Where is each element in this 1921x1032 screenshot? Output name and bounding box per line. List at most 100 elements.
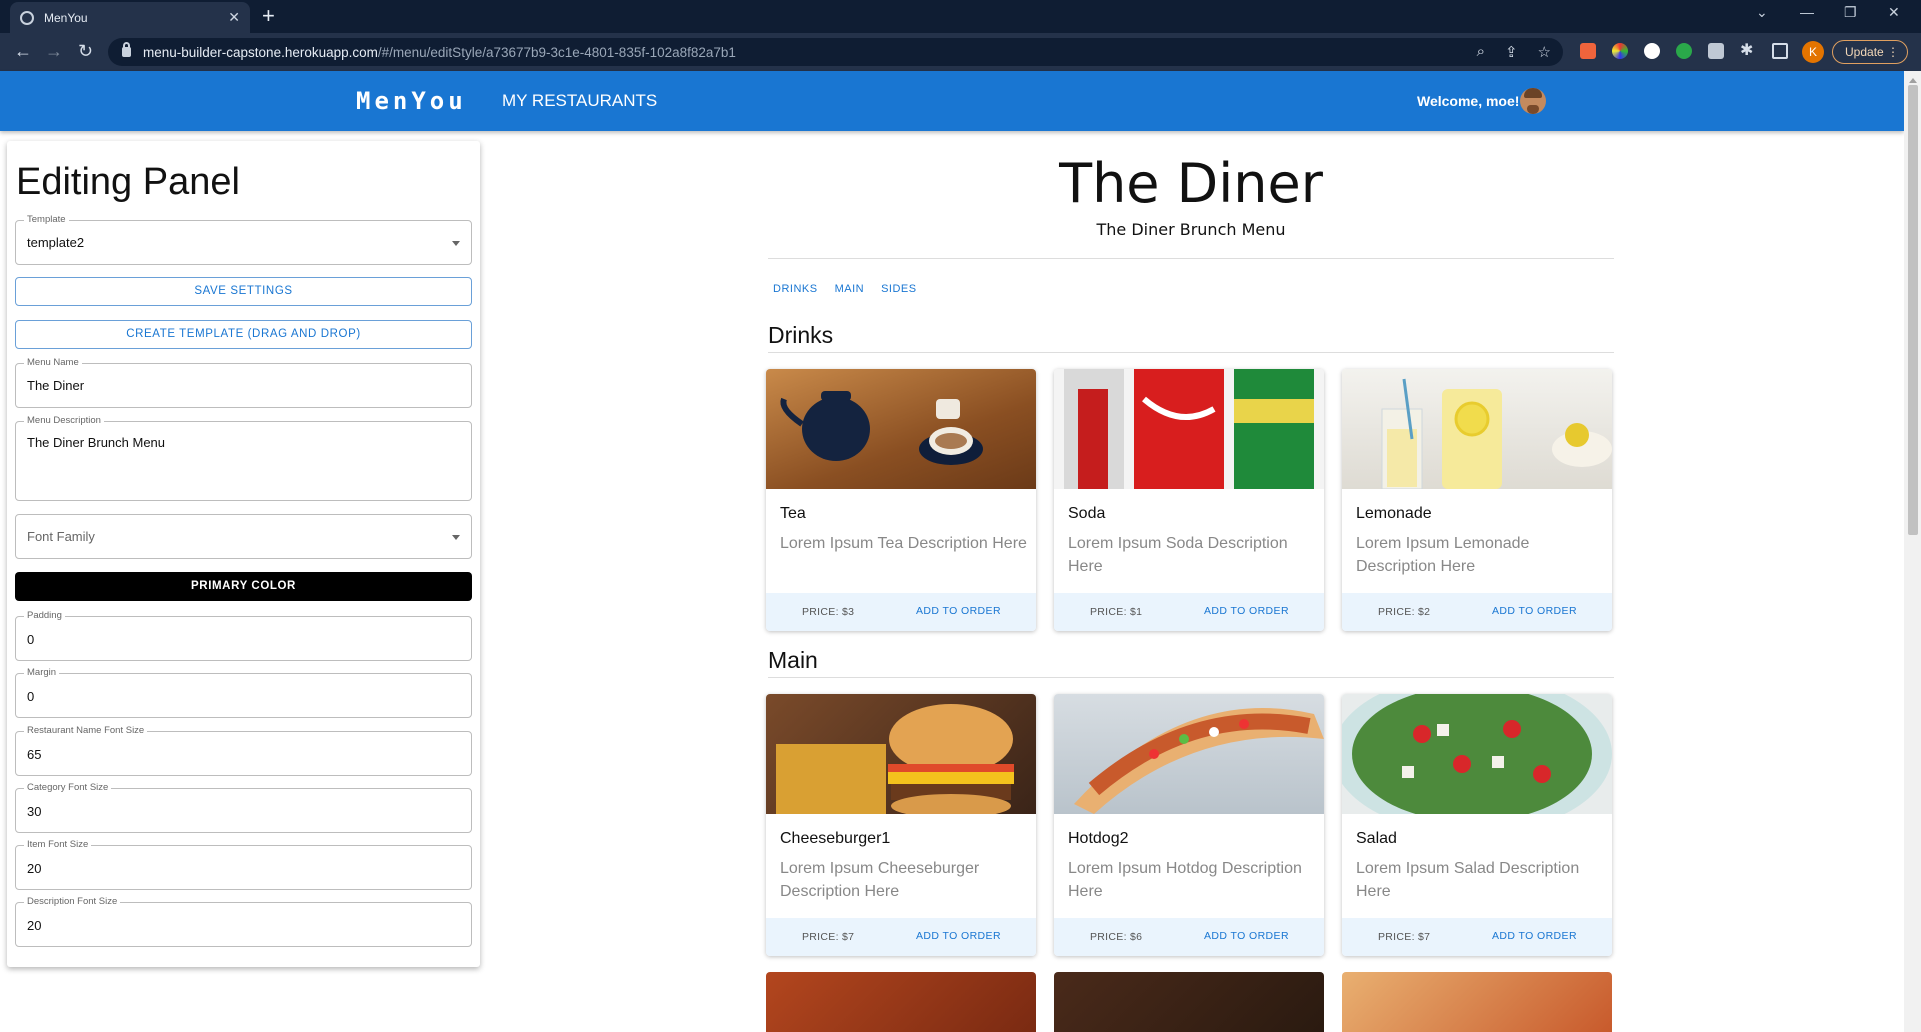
tab-sides[interactable]: SIDES xyxy=(881,283,917,295)
evernote-icon[interactable] xyxy=(1676,43,1692,59)
bookmark-star-icon[interactable]: ☆ xyxy=(1538,43,1551,61)
item-price: PRICE: $3 xyxy=(802,606,855,618)
page-scrollbar[interactable] xyxy=(1904,71,1921,1032)
card-footer: PRICE: $3 ADD TO ORDER xyxy=(766,593,1036,631)
scrollbar-thumb[interactable] xyxy=(1908,85,1918,535)
add-to-order-button[interactable]: ADD TO ORDER xyxy=(1204,605,1289,617)
description-font-size-field[interactable]: Description Font Size 20 xyxy=(15,896,472,947)
field-label: Restaurant Name Font Size xyxy=(24,725,148,737)
tab-main[interactable]: MAIN xyxy=(835,283,865,295)
forward-icon[interactable]: → xyxy=(45,41,63,61)
field-label: Description Font Size xyxy=(24,896,121,908)
restaurant-name-font-size-value: 65 xyxy=(27,747,42,762)
my-restaurants-link[interactable]: MY RESTAURANTS xyxy=(502,91,657,111)
field-label: Menu Description xyxy=(24,415,104,427)
chevron-down-icon xyxy=(452,241,460,246)
card-footer: PRICE: $7 ADD TO ORDER xyxy=(1342,918,1612,956)
item-description: Lorem Ipsum Lemonade Description Here xyxy=(1356,535,1530,575)
field-label: Margin xyxy=(24,667,60,679)
card-footer: PRICE: $1 ADD TO ORDER xyxy=(1054,593,1324,631)
steak-image xyxy=(1054,972,1324,1032)
menu-item-card: Hotdog2 Lorem Ipsum Hotdog Description H… xyxy=(1054,694,1324,956)
item-description: Lorem Ipsum Tea Description Here xyxy=(780,535,1027,552)
chevron-down-icon xyxy=(452,535,460,540)
restore-icon[interactable]: ❐ xyxy=(1844,4,1857,21)
panel-title: Editing Panel xyxy=(16,161,240,203)
reload-icon[interactable]: ↻ xyxy=(78,41,93,61)
divider xyxy=(768,677,1614,678)
tab-drinks[interactable]: DRINKS xyxy=(773,283,818,295)
tab-search-icon[interactable]: ⌄ xyxy=(1756,4,1768,21)
app-bar: MenYou MY RESTAURANTS Welcome, moe! xyxy=(0,71,1904,131)
item-name: Soda xyxy=(1068,505,1106,522)
extension-5-icon[interactable] xyxy=(1708,43,1724,59)
card-footer: PRICE: $6 ADD TO ORDER xyxy=(1054,918,1324,956)
tab-title: MenYou xyxy=(44,10,88,25)
item-price: PRICE: $1 xyxy=(1090,606,1143,618)
item-font-size-field[interactable]: Item Font Size 20 xyxy=(15,839,472,890)
save-settings-button[interactable]: SAVE SETTINGS xyxy=(15,277,472,306)
add-to-order-button[interactable]: ADD TO ORDER xyxy=(1204,930,1289,942)
menu-item-card: Salad Lorem Ipsum Salad Description Here… xyxy=(1342,694,1612,956)
category-font-size-field[interactable]: Category Font Size 30 xyxy=(15,782,472,833)
scroll-up-icon[interactable] xyxy=(1909,74,1917,83)
extension-2-icon[interactable] xyxy=(1612,43,1628,59)
puzzle-icon[interactable]: ✱ xyxy=(1740,40,1756,59)
lemonade-image xyxy=(1342,369,1612,489)
category-heading-drinks: Drinks xyxy=(768,322,834,348)
profile-avatar[interactable]: K xyxy=(1802,41,1824,63)
add-to-order-button[interactable]: ADD TO ORDER xyxy=(916,930,1001,942)
brand-logo[interactable]: MenYou xyxy=(356,87,467,115)
back-icon[interactable]: ← xyxy=(14,41,32,61)
menu-description-field[interactable]: Menu Description The Diner Brunch Menu xyxy=(15,415,472,501)
template-select[interactable]: Template template2 xyxy=(15,214,472,265)
update-label: Update xyxy=(1845,45,1884,59)
pasta-image xyxy=(766,972,1036,1032)
window-close-icon[interactable]: ✕ xyxy=(1888,4,1900,21)
primary-color-button[interactable]: PRIMARY COLOR xyxy=(15,572,472,601)
create-template-button[interactable]: CREATE TEMPLATE (DRAG AND DROP) xyxy=(15,320,472,349)
browser-tab[interactable]: MenYou ✕ xyxy=(10,2,250,33)
avatar[interactable] xyxy=(1520,88,1546,114)
close-icon[interactable]: ✕ xyxy=(228,9,240,26)
extension-3-icon[interactable] xyxy=(1644,43,1660,59)
item-description: Lorem Ipsum Salad Description Here xyxy=(1356,860,1580,900)
zoom-icon[interactable]: ⌕ xyxy=(1477,43,1485,61)
soda-image xyxy=(1054,369,1324,489)
url-host: menu-builder-capstone.herokuapp.com xyxy=(143,44,378,60)
field-label: Category Font Size xyxy=(24,782,112,794)
menu-name-value: The Diner xyxy=(27,378,85,393)
restaurant-name-font-size-field[interactable]: Restaurant Name Font Size 65 xyxy=(15,725,472,776)
new-tab-icon[interactable]: + xyxy=(262,4,275,28)
minimize-icon[interactable]: — xyxy=(1800,4,1814,20)
item-price: PRICE: $7 xyxy=(802,931,855,943)
field-label: Padding xyxy=(24,610,65,622)
font-family-select[interactable]: Font Family xyxy=(15,514,472,559)
side-panel-icon[interactable] xyxy=(1772,43,1788,59)
menu-item-card: Soda Lorem Ipsum Soda Description Here P… xyxy=(1054,369,1324,631)
padding-field[interactable]: Padding 0 xyxy=(15,610,472,661)
card-footer: PRICE: $7 ADD TO ORDER xyxy=(766,918,1036,956)
address-bar[interactable]: menu-builder-capstone.herokuapp.com/#/me… xyxy=(108,38,1563,66)
add-to-order-button[interactable]: ADD TO ORDER xyxy=(1492,930,1577,942)
update-button[interactable]: Update ⋮ xyxy=(1832,40,1908,64)
item-price: PRICE: $6 xyxy=(1090,931,1143,943)
browser-toolbar: ← → ↻ menu-builder-capstone.herokuapp.co… xyxy=(0,33,1921,71)
card-footer: PRICE: $2 ADD TO ORDER xyxy=(1342,593,1612,631)
menu-name-field[interactable]: Menu Name The Diner xyxy=(15,357,472,408)
tea-image xyxy=(766,369,1036,489)
add-to-order-button[interactable]: ADD TO ORDER xyxy=(1492,605,1577,617)
globe-icon xyxy=(20,10,34,25)
menu-description: The Diner Brunch Menu xyxy=(1096,220,1286,239)
item-font-size-value: 20 xyxy=(27,861,42,876)
padding-value: 0 xyxy=(27,632,35,647)
extension-1-icon[interactable] xyxy=(1580,43,1596,59)
divider xyxy=(768,258,1614,259)
margin-field[interactable]: Margin 0 xyxy=(15,667,472,718)
add-to-order-button[interactable]: ADD TO ORDER xyxy=(916,605,1001,617)
share-icon[interactable]: ⇪ xyxy=(1505,43,1518,61)
item-description: Lorem Ipsum Hotdog Description Here xyxy=(1068,860,1302,900)
description-font-size-value: 20 xyxy=(27,918,42,933)
menu-item-card: Lemonade Lorem Ipsum Lemonade Descriptio… xyxy=(1342,369,1612,631)
field-label: Template xyxy=(24,214,69,226)
